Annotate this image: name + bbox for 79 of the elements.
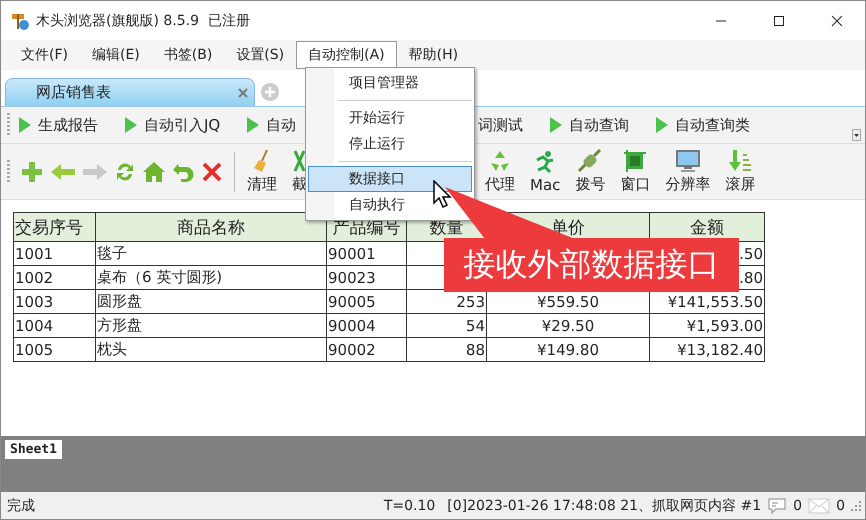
tab-title: 网店销售表 <box>36 83 111 102</box>
play-icon[interactable] <box>124 116 138 134</box>
forward-arrow-icon[interactable] <box>82 162 108 182</box>
mouse-pointer-icon <box>433 180 453 208</box>
table-cell: 1005 <box>14 338 96 362</box>
mail-count: 0 <box>836 498 845 514</box>
table-cell: 88 <box>406 338 486 362</box>
table-cell: 90023 <box>326 266 406 290</box>
table-cell: 圆形盘 <box>96 290 326 314</box>
toolbar-link[interactable]: 自动引入JQ <box>144 116 220 134</box>
plug-icon[interactable] <box>577 149 604 173</box>
column-header: 金额 <box>650 212 764 242</box>
table-cell: 1004 <box>14 314 96 338</box>
table-cell: 枕头 <box>96 338 326 362</box>
table-cell: 90001 <box>326 242 406 266</box>
toolbar-button-label[interactable]: 滚屏 <box>725 175 756 194</box>
mail-icon[interactable] <box>808 496 830 514</box>
toolbar-link[interactable]: 生成报告 <box>38 116 98 134</box>
new-tab-icon[interactable] <box>261 83 279 101</box>
table-cell: ¥29.50 <box>486 314 650 338</box>
message-count: 0 <box>793 498 802 514</box>
play-icon[interactable] <box>655 116 670 134</box>
play-icon[interactable] <box>246 116 260 134</box>
scissors-icon[interactable] <box>292 149 306 173</box>
sheet-tab[interactable]: Sheet1 <box>5 440 62 459</box>
crop-icon[interactable] <box>623 149 648 173</box>
back-arrow-icon[interactable] <box>50 162 76 182</box>
resize-grip-icon[interactable] <box>851 500 861 510</box>
maximize-icon[interactable] <box>773 14 785 26</box>
menu-item[interactable]: 停止运行 <box>308 131 472 157</box>
menu-item[interactable]: 书签(B) <box>152 41 224 69</box>
browser-tab[interactable]: 网店销售表 <box>5 78 255 106</box>
play-icon[interactable] <box>549 116 564 134</box>
home-icon[interactable] <box>142 160 166 182</box>
table-cell: 1001 <box>14 242 96 266</box>
column-header: 交易序号 <box>14 212 96 242</box>
table-cell: ¥149.80 <box>486 338 650 362</box>
menu-item[interactable]: 文件(F) <box>9 41 80 69</box>
toolbar-button-label[interactable]: 窗口 <box>620 175 650 194</box>
table-cell: 90004 <box>326 314 406 338</box>
table-cell: 方形盘 <box>96 314 326 338</box>
toolbar-link[interactable]: 自动查询类 <box>675 116 750 134</box>
play-icon[interactable] <box>18 116 32 134</box>
toolbar-overflow-icon[interactable] <box>852 129 861 141</box>
toolbar-link[interactable]: 自动查询 <box>569 116 630 134</box>
toolbar-link[interactable]: 词测试 <box>478 116 524 134</box>
window-title: 木头浏览器(旗舰版) 8.5.9 已注册 <box>36 12 250 30</box>
table-cell: 1002 <box>14 266 96 290</box>
log-text: [0]2023-01-26 17:48:08 21、抓取网页内容 #1 <box>447 496 762 514</box>
timing-text: T=0.10 <box>384 498 436 514</box>
table-cell: 90002 <box>326 338 406 362</box>
table-cell: ¥13,182.40 <box>650 338 764 362</box>
menu-item[interactable]: 设置(S) <box>224 41 296 69</box>
table-cell: 毯子 <box>96 242 326 266</box>
menu-item[interactable]: 自动控制(A) <box>296 41 397 69</box>
menu-item[interactable]: 项目管理器 <box>308 70 472 96</box>
menu-item[interactable]: 帮助(H) <box>396 41 470 69</box>
toolbar-link[interactable]: 自动 <box>266 116 296 134</box>
refresh-icon[interactable] <box>114 160 136 182</box>
toolbar-button-label[interactable]: 拨号 <box>575 175 606 194</box>
column-header: 商品名称 <box>96 212 326 242</box>
toolbar-button-label[interactable]: 分辨率 <box>665 175 710 194</box>
table-cell: 90005 <box>326 290 406 314</box>
table-cell: 54 <box>406 314 486 338</box>
table-cell: 桌布（6 英寸圆形) <box>96 266 326 290</box>
toolbar-button-label[interactable]: 代理 <box>485 175 515 194</box>
menu-item[interactable]: 开始运行 <box>308 105 472 131</box>
toolbar-button-label[interactable]: Mac <box>530 176 560 194</box>
menu-item[interactable]: 编辑(E) <box>80 41 152 69</box>
add-icon[interactable] <box>20 160 44 184</box>
status-text: 完成 <box>7 496 35 514</box>
toolbar-button-label[interactable]: 清理 <box>247 175 277 194</box>
close-icon[interactable] <box>831 14 843 26</box>
scroll-down-icon[interactable] <box>728 149 752 173</box>
table-cell: ¥1,593.00 <box>650 314 764 338</box>
chat-icon[interactable] <box>767 496 788 514</box>
menu-item[interactable]: 数据接口 <box>308 166 472 192</box>
monitor-icon[interactable] <box>674 149 701 173</box>
table-cell: 1003 <box>14 290 96 314</box>
